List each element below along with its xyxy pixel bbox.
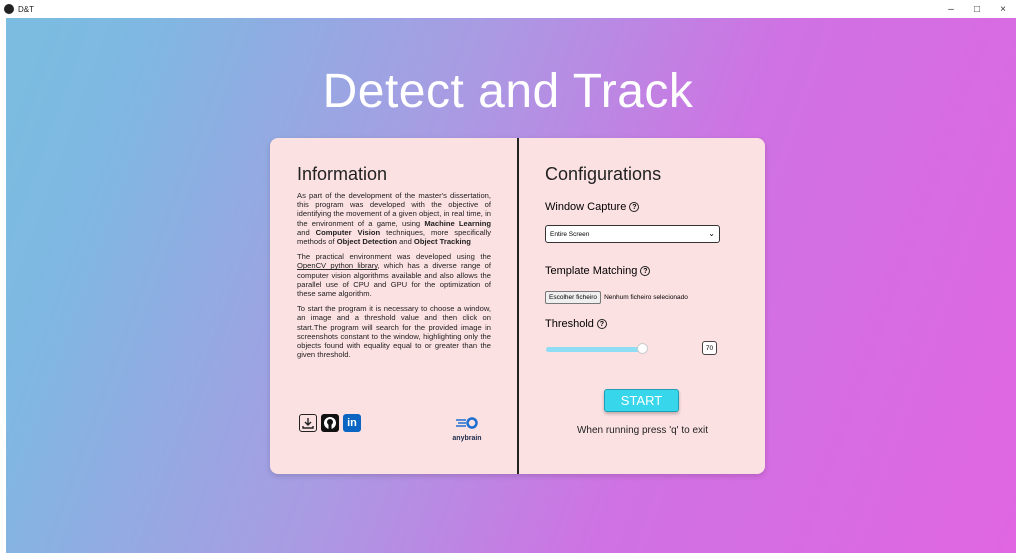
info-text: and	[297, 227, 316, 237]
window-capture-select[interactable]: Entire Screen ⌄	[545, 225, 720, 243]
info-bold: Object Detection	[336, 237, 398, 247]
info-text: and	[397, 237, 414, 247]
github-icon[interactable]	[321, 414, 339, 432]
threshold-label-text: Threshold	[545, 318, 594, 330]
template-matching-label-text: Template Matching	[545, 265, 638, 277]
info-paragraph-2: The practical environment was developed …	[297, 252, 491, 298]
threshold-slider-fill[interactable]	[546, 347, 643, 352]
help-icon[interactable]: ?	[629, 202, 640, 212]
threshold-slider-track[interactable]	[643, 347, 706, 352]
start-button[interactable]: START	[604, 389, 679, 412]
chevron-down-icon: ⌄	[708, 229, 715, 238]
window-title: D&T	[18, 4, 34, 14]
window-capture-label-text: Window Capture	[545, 201, 627, 213]
template-matching-label: Template Matching ?	[545, 265, 651, 277]
minimize-button[interactable]: –	[938, 0, 964, 18]
card-divider	[517, 138, 519, 474]
window-capture-value: Entire Screen	[550, 230, 590, 238]
threshold-value-input[interactable]: 70	[702, 341, 717, 355]
social-icons: in	[299, 414, 361, 432]
template-file-input: Escolher ficheiro Nenhum ficheiro seleci…	[545, 291, 688, 304]
info-paragraph-1: As part of the development of the master…	[297, 191, 491, 246]
threshold-label: Threshold ?	[545, 318, 607, 330]
anybrain-logo-icon	[456, 417, 478, 429]
exit-hint: When running press 'q' to exit	[576, 425, 709, 436]
information-panel: Information As part of the development o…	[297, 164, 491, 365]
info-bold: Object Tracking	[413, 237, 471, 247]
maximize-button[interactable]: □	[964, 0, 990, 18]
info-paragraph-3: To start the program it is necessary to …	[297, 304, 491, 360]
window-controls: – □ ×	[938, 0, 1016, 18]
help-icon[interactable]: ?	[640, 266, 651, 276]
main-card: Information As part of the development o…	[270, 138, 765, 474]
opencv-link[interactable]: OpenCV python library	[297, 261, 377, 270]
window-capture-label: Window Capture ?	[545, 201, 640, 213]
page-title: Detect and Track	[322, 65, 694, 118]
choose-file-button[interactable]: Escolher ficheiro	[545, 291, 602, 304]
app-icon	[4, 4, 14, 14]
linkedin-icon[interactable]: in	[343, 414, 361, 432]
information-heading: Information	[297, 164, 388, 184]
help-icon[interactable]: ?	[596, 319, 607, 329]
configurations-heading: Configurations	[545, 164, 662, 184]
info-bold: Machine Learning	[424, 218, 491, 228]
info-bold: Computer Vision	[315, 227, 381, 237]
threshold-slider-thumb[interactable]	[637, 343, 648, 354]
download-icon[interactable]	[299, 414, 317, 432]
file-status: Nenhum ficheiro selecionado	[604, 294, 688, 301]
configurations-panel: Configurations	[545, 164, 745, 185]
close-button[interactable]: ×	[990, 0, 1016, 18]
info-text: The practical environment was developed …	[297, 252, 491, 262]
window-titlebar: D&T – □ ×	[0, 0, 1016, 18]
anybrain-logo: anybrain	[444, 416, 490, 442]
brand-name: anybrain	[452, 435, 482, 442]
